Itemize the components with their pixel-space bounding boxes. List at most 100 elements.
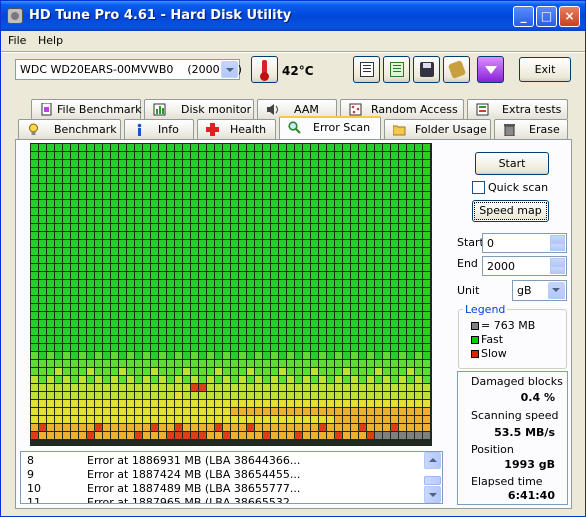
list-item[interactable]: 8 Error at 1886931 MB (LBA 38644366... [21,454,421,469]
spin-buttons[interactable] [550,235,565,251]
scan-block [359,392,366,399]
scan-block [135,240,142,247]
scan-block [391,264,398,271]
scan-block [119,160,126,167]
copy-text-button[interactable] [353,56,380,83]
error-log-list[interactable]: 8 Error at 1886931 MB (LBA 38644366... 9… [20,451,443,504]
chevron-down-icon[interactable] [548,282,565,299]
tab-disk-monitor[interactable]: Disk monitor [144,99,254,119]
temperature-button[interactable] [251,56,278,83]
scan-block [279,360,286,367]
scan-block [151,288,158,295]
spin-down-icon[interactable] [550,243,565,251]
scan-block [167,272,174,279]
spin-down-icon[interactable] [550,266,565,274]
scan-block [135,400,142,407]
scroll-down-icon[interactable] [424,486,441,503]
scan-block [231,296,238,303]
scan-block [383,384,390,391]
drive-select[interactable]: WDC WD20EARS-00MVWB0 (2000 gB) [15,59,242,80]
scroll-thumb[interactable] [424,476,441,485]
scan-block [79,224,86,231]
scan-block [279,248,286,255]
scan-block [95,360,102,367]
quick-scan-checkbox[interactable] [472,181,485,194]
scan-block [151,344,158,351]
scan-block [407,256,414,263]
exit-button[interactable]: Exit [519,57,571,82]
close-button[interactable]: × [559,6,580,27]
scan-block [311,408,318,415]
scan-block [47,408,54,415]
minimize-button[interactable]: _ [513,6,534,27]
scan-block [247,256,254,263]
list-item[interactable]: 10 Error at 1887489 MB (LBA 38655777... [21,482,421,497]
scan-block [359,272,366,279]
scan-block [343,272,350,279]
quick-scan-label[interactable]: Quick scan [488,181,548,194]
speed-map-button[interactable]: Speed map [472,200,549,222]
tab-info[interactable]: Info [124,119,194,139]
drive-select-value: WDC WD20EARS-00MVWB0 (2000 gB) [20,63,242,76]
scan-block [103,360,110,367]
spin-up-icon[interactable] [550,258,565,266]
tab-error-scan[interactable]: Error Scan [279,116,381,139]
scan-block [399,312,406,319]
scan-block [367,144,374,151]
scan-block [143,296,150,303]
tab-health[interactable]: Health [197,119,276,139]
scan-block [303,352,310,359]
scan-block [199,392,206,399]
scan-block [143,416,150,423]
end-input[interactable]: 2000 [482,256,567,276]
menu-help[interactable]: Help [38,34,63,47]
scroll-up-icon[interactable] [424,452,441,469]
scan-block [351,368,358,375]
save-button[interactable] [413,56,440,83]
spin-up-icon[interactable] [550,235,565,243]
legend-title: Legend [463,303,508,316]
scan-block [95,344,102,351]
log-scrollbar[interactable] [424,452,441,503]
tab-label: Erase [529,123,560,136]
menu-file[interactable]: File [8,34,26,47]
scan-block [191,272,198,279]
scan-block [175,336,182,343]
scan-block [367,168,374,175]
scan-block [71,152,78,159]
tab-file-benchmark[interactable]: File Benchmark [31,99,142,119]
unit-select[interactable]: gB [512,280,567,301]
extra-tests-icon [476,103,489,116]
tab-erase[interactable]: Erase [494,119,568,139]
options-button[interactable] [443,56,470,83]
tab-folder-usage[interactable]: Folder Usage [384,119,491,139]
tab-benchmark[interactable]: Benchmark [18,119,121,139]
title-bar[interactable]: HD Tune Pro 4.61 - Hard Disk Utility _ □… [1,1,585,31]
download-button[interactable] [477,56,504,83]
scan-block [391,176,398,183]
scan-block [311,416,318,423]
spin-buttons[interactable] [550,258,565,274]
scan-block [335,240,342,247]
tab-extra-tests[interactable]: Extra tests [467,99,568,119]
scan-block [255,280,262,287]
scan-block [423,352,430,359]
scan-block [279,328,286,335]
list-item[interactable]: 11 Error at 1887965 MB (LBA 38665532... [21,496,421,503]
scan-block [175,320,182,327]
scan-block [327,232,334,239]
start-scan-button[interactable]: Start [475,152,549,175]
scan-block [359,168,366,175]
chevron-down-icon[interactable] [221,61,238,78]
scan-block [407,240,414,247]
start-input[interactable]: 0 [482,233,567,253]
maximize-button[interactable]: □ [536,6,557,27]
scan-block [223,200,230,207]
copy-all-button[interactable] [383,56,410,83]
scan-block [343,264,350,271]
list-item[interactable]: 9 Error at 1887424 MB (LBA 38654455... [21,468,421,483]
copy-text-icon [360,62,374,77]
scan-block [31,144,38,151]
scan-block [183,304,190,311]
scan-block [319,176,326,183]
